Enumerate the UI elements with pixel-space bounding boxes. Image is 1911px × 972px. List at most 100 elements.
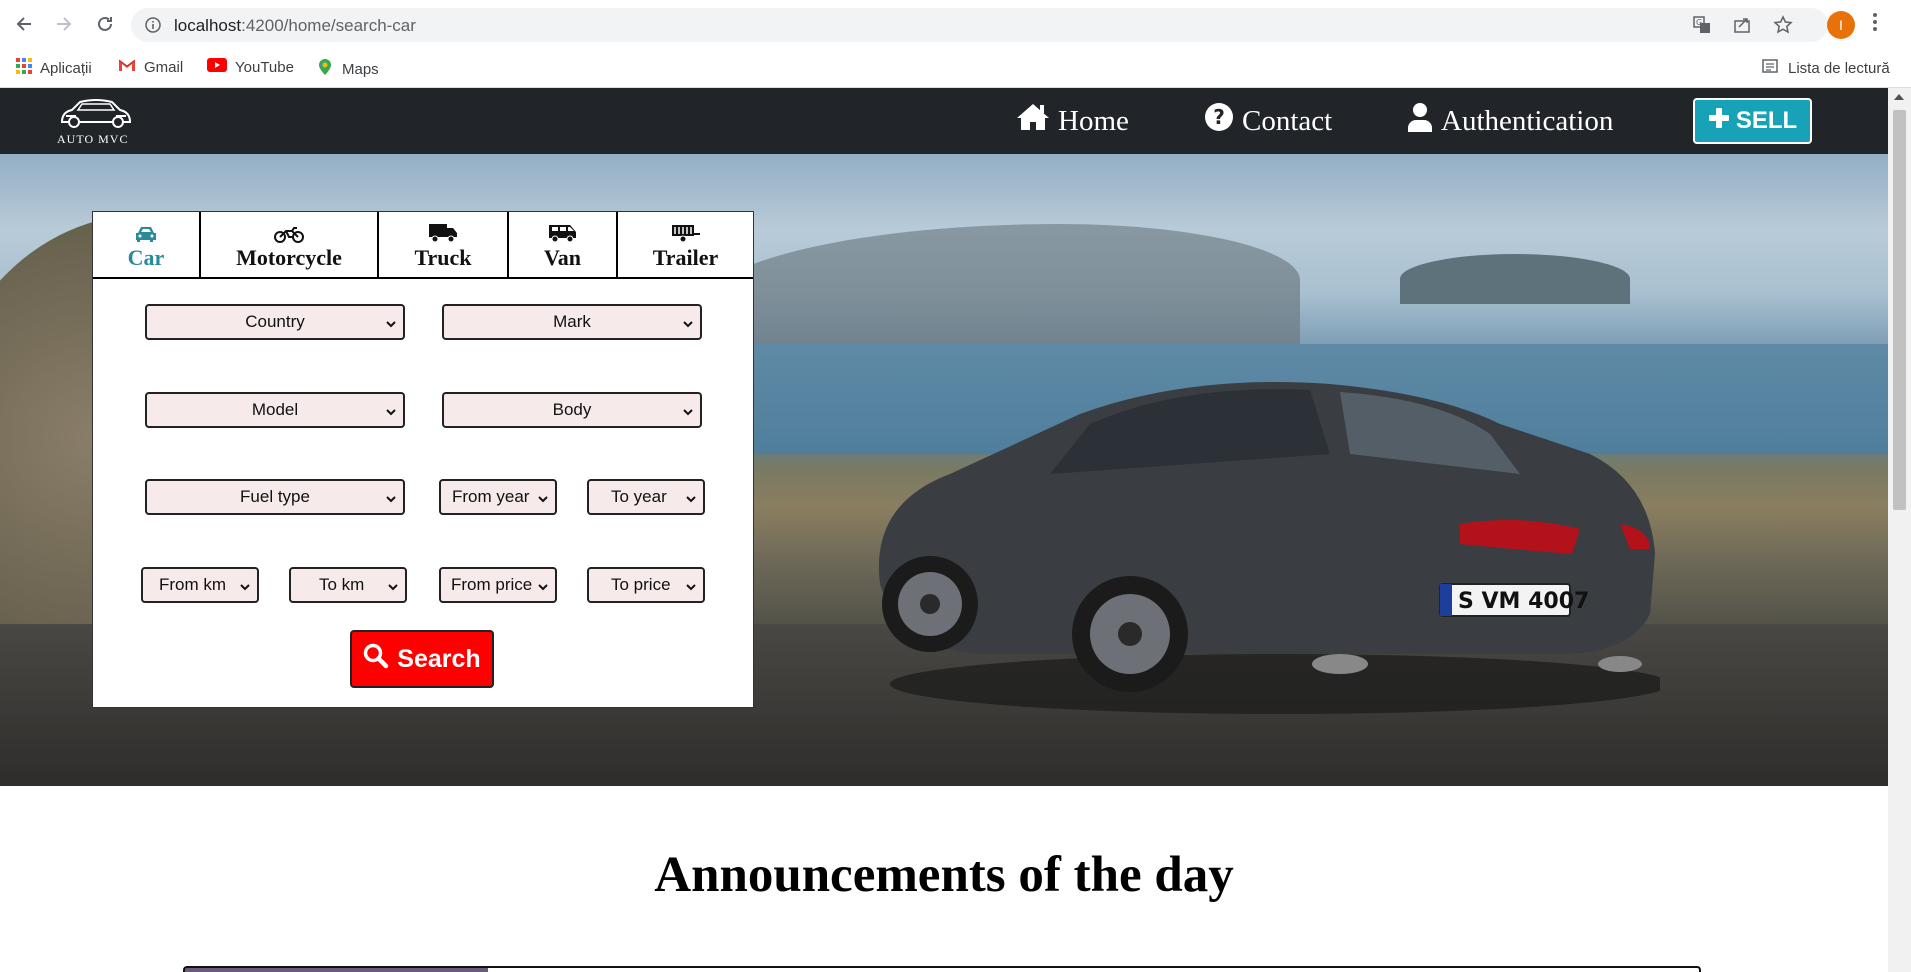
sell-label: SELL [1735, 107, 1798, 134]
svg-text:S VM 4007: S VM 4007 [1458, 589, 1589, 614]
hero-car-image: S VM 4007 [878, 382, 1660, 714]
to-year-select[interactable]: To year [587, 479, 705, 515]
avatar-letter: I [1839, 17, 1843, 33]
tab-trailer[interactable]: Trailer [618, 212, 753, 277]
body-select[interactable]: Body [442, 392, 702, 428]
search-panel: Car Motorcycle Truck Van Trailer Country… [92, 211, 754, 708]
from-km-select[interactable]: From km [141, 567, 259, 603]
maps-icon [316, 58, 334, 80]
apps-grid-icon [16, 58, 32, 78]
model-select-value: Model [251, 400, 299, 419]
to-km-select[interactable]: To km [289, 567, 407, 603]
trailer-icon [671, 219, 701, 243]
back-arrow-icon[interactable] [10, 10, 38, 38]
hero-island [1400, 254, 1630, 304]
to-km-select-value: To km [319, 575, 365, 594]
vehicle-type-tabs: Car Motorcycle Truck Van Trailer [93, 212, 753, 279]
van-icon [548, 219, 578, 243]
body-select-value: Body [552, 400, 592, 419]
scrollbar-thumb[interactable] [1893, 110, 1906, 510]
to-price-select[interactable]: To price [587, 567, 705, 603]
bookmark-label: Gmail [144, 58, 184, 76]
chevron-down-icon [385, 490, 397, 510]
chevron-down-icon [385, 403, 397, 423]
plus-icon [1708, 107, 1730, 136]
menu-dots-icon[interactable] [1872, 12, 1878, 37]
car-icon [134, 219, 158, 243]
mark-select-value: Mark [553, 312, 591, 331]
announcement-card[interactable] [183, 966, 1701, 972]
chevron-down-icon [537, 490, 549, 510]
reload-icon[interactable] [91, 10, 119, 38]
reading-list[interactable]: Lista de lectură [1762, 58, 1890, 78]
model-select[interactable]: Model [145, 392, 405, 428]
chevron-down-icon [685, 578, 697, 598]
profile-avatar[interactable]: I [1827, 11, 1855, 39]
tab-truck-label: Truck [414, 244, 472, 270]
scroll-up-arrow-icon[interactable] [1894, 94, 1904, 100]
gmail-icon [118, 58, 136, 76]
from-price-select[interactable]: From price [439, 567, 557, 603]
to-year-select-value: To year [611, 487, 667, 506]
bookmark-youtube[interactable]: YouTube [207, 58, 294, 76]
hero-mountain [700, 224, 1300, 364]
address-bar[interactable]: localhost:4200/home/search-car G [131, 8, 1828, 42]
car-logo-icon [60, 99, 132, 128]
translate-icon[interactable]: G [1693, 16, 1711, 39]
chevron-down-icon [537, 578, 549, 598]
mark-select[interactable]: Mark [442, 304, 702, 340]
svg-text:?: ? [1213, 105, 1225, 129]
bookmark-label: Maps [342, 60, 379, 78]
country-select[interactable]: Country [145, 304, 405, 340]
nav-authentication-label: Authentication [1441, 104, 1614, 137]
sell-button[interactable]: SELL [1693, 98, 1812, 144]
bookmark-gmail[interactable]: Gmail [118, 58, 183, 76]
tab-car-label: Car [127, 244, 165, 270]
from-year-select-value: From year [452, 487, 530, 506]
url-host: localhost [174, 16, 242, 35]
truck-icon [428, 219, 458, 243]
nav-authentication[interactable]: Authentication [1407, 102, 1613, 140]
nav-contact[interactable]: ? Contact [1204, 102, 1332, 140]
youtube-icon [207, 58, 227, 76]
motorcycle-icon [274, 219, 304, 243]
forward-arrow-icon[interactable] [50, 10, 78, 38]
bookmark-apps[interactable]: Aplicații [16, 58, 92, 78]
chevron-down-icon [682, 315, 694, 335]
url-text: localhost:4200/home/search-car [174, 16, 416, 36]
section-title: Announcements of the day [654, 847, 1234, 903]
bookmark-label: Aplicații [40, 59, 92, 77]
from-year-select[interactable]: From year [439, 479, 557, 515]
browser-toolbar: localhost:4200/home/search-car G I [0, 0, 1911, 50]
tab-van[interactable]: Van [509, 212, 618, 277]
tab-car[interactable]: Car [93, 212, 201, 277]
tab-motorcycle[interactable]: Motorcycle [201, 212, 379, 277]
tab-motorcycle-label: Motorcycle [236, 244, 342, 270]
nav-home[interactable]: Home [1016, 102, 1129, 140]
page-scrollbar[interactable] [1888, 88, 1911, 972]
user-icon [1407, 102, 1433, 140]
tab-truck[interactable]: Truck [379, 212, 509, 277]
page-content: AUTO MVC Home ? Contact Authentication S… [0, 88, 1888, 972]
site-info-icon[interactable] [145, 17, 161, 38]
chevron-down-icon [385, 315, 397, 335]
to-price-select-value: To price [611, 575, 671, 594]
question-circle-icon: ? [1204, 102, 1234, 140]
bookmark-maps[interactable]: Maps [316, 58, 379, 80]
reading-list-label: Lista de lectură [1788, 59, 1890, 77]
fuel-type-select-value: Fuel type [240, 487, 310, 506]
url-path: :4200/home/search-car [241, 16, 416, 35]
from-price-select-value: From price [451, 575, 533, 594]
fuel-type-select[interactable]: Fuel type [145, 479, 405, 515]
chevron-down-icon [682, 403, 694, 423]
from-km-select-value: From km [159, 575, 227, 594]
country-select-value: Country [245, 312, 305, 331]
reading-list-icon [1762, 58, 1778, 78]
search-icon [363, 643, 389, 676]
star-bookmark-icon[interactable] [1773, 15, 1793, 40]
bookmark-label: YouTube [235, 58, 294, 76]
search-button[interactable]: Search [350, 630, 494, 688]
site-navbar: AUTO MVC Home ? Contact Authentication S… [0, 88, 1888, 154]
tab-van-label: Van [543, 244, 582, 270]
share-icon[interactable] [1733, 16, 1751, 39]
